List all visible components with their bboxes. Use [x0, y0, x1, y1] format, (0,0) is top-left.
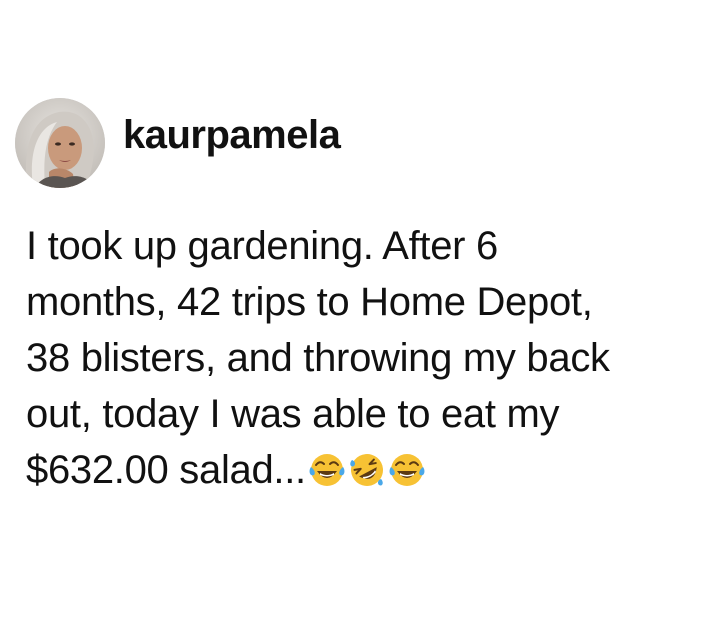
face-with-tears-of-joy-icon: [388, 451, 426, 489]
rolling-on-the-floor-laughing-icon: [348, 451, 386, 489]
face-with-tears-of-joy-icon: [308, 451, 346, 489]
post-text-line: months, 42 trips to Home Depot,: [26, 280, 593, 324]
post-text: I took up gardening. After 6 months, 42 …: [26, 218, 706, 498]
post-text-line-last: $632.00 salad...: [26, 442, 706, 498]
avatar[interactable]: [15, 98, 105, 188]
username[interactable]: kaurpamela: [123, 115, 341, 155]
post-text-line: out, today I was able to eat my: [26, 392, 560, 436]
post-text-line: I took up gardening. After 6: [26, 224, 498, 268]
post-text-line: 38 blisters, and throwing my back: [26, 336, 610, 380]
post-header: kaurpamela: [15, 97, 341, 189]
social-post: kaurpamela I took up gardening. After 6 …: [0, 0, 716, 641]
post-text-line: $632.00 salad...: [26, 448, 306, 492]
avatar-image: [15, 98, 105, 188]
